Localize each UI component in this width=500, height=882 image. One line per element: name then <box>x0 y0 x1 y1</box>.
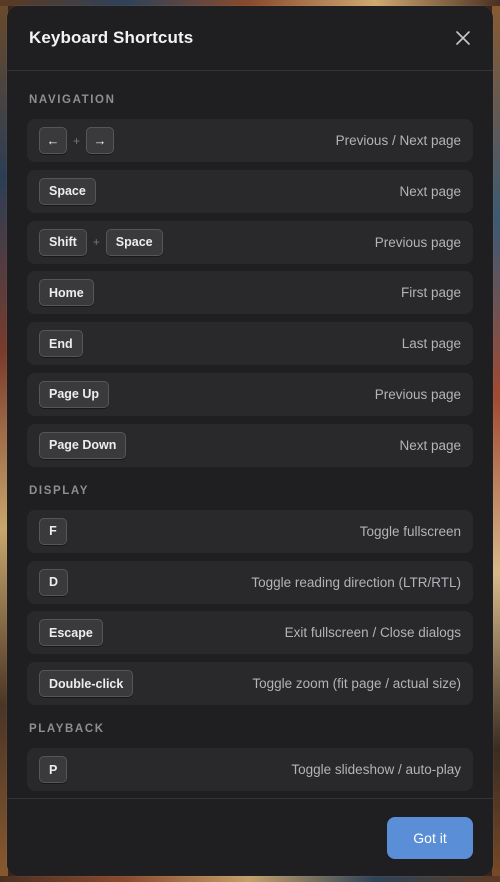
keycap: Space <box>105 228 163 256</box>
shortcut-row: ← + → Previous / Next page <box>27 119 473 162</box>
keycap: ← <box>39 127 67 154</box>
keycap: Escape <box>39 619 103 647</box>
close-button[interactable] <box>449 24 477 52</box>
section-title-playback: PLAYBACK <box>29 723 105 736</box>
key-combo: Shift + Space <box>39 228 163 256</box>
key-combo: D <box>39 568 69 596</box>
keycap: P <box>39 756 68 784</box>
key-combo: ← + → <box>39 127 115 154</box>
key-plus-separator: + <box>92 235 100 250</box>
shortcut-description: Toggle fullscreen <box>359 523 461 539</box>
shortcut-description: Previous page <box>374 386 461 402</box>
shortcut-description: Next page <box>399 183 461 199</box>
keycap: D <box>39 568 69 596</box>
shortcut-description: First page <box>400 285 461 301</box>
dialog-title: Keyboard Shortcuts <box>29 28 194 47</box>
shortcut-description: Next page <box>399 437 461 453</box>
section-title-navigation: NAVIGATION <box>29 94 116 106</box>
shortcut-row: Home First page <box>27 271 473 315</box>
shortcut-description: Exit fullscreen / Close dialogs <box>284 625 461 641</box>
key-plus-separator: + <box>73 133 81 148</box>
background-artwork-bottom <box>0 876 500 882</box>
keyboard-shortcuts-dialog: Keyboard Shortcuts NAVIGATION ← + → Previous… <box>7 6 493 876</box>
shortcut-row: P Toggle slideshow / auto-play <box>27 748 473 792</box>
shortcut-row: F Toggle fullscreen <box>27 509 473 553</box>
shortcut-row: Page Up Previous page <box>27 372 473 416</box>
shortcut-description: Last page <box>401 336 461 352</box>
key-combo: End <box>39 330 83 358</box>
keycap: F <box>39 517 67 545</box>
shortcut-row: Space Next page <box>27 169 473 213</box>
dialog-footer: Got it <box>7 798 493 876</box>
got-it-button[interactable]: Got it <box>387 816 473 859</box>
shortcut-row: Page Down Next page <box>27 423 473 467</box>
keycap: Double-click <box>39 670 134 698</box>
keycap: Page Up <box>39 380 110 408</box>
key-combo: Page Up <box>39 380 110 408</box>
keycap: → <box>86 127 115 154</box>
shortcut-row: D Toggle reading direction (LTR/RTL) <box>27 560 473 604</box>
key-combo: Page Down <box>39 431 127 459</box>
keycap: Shift <box>39 228 87 256</box>
keycap: End <box>39 330 83 358</box>
dialog-header: Keyboard Shortcuts <box>7 6 493 71</box>
shortcut-description: Toggle reading direction (LTR/RTL) <box>251 574 461 590</box>
shortcut-row: Shift + Space Previous page <box>27 220 473 264</box>
shortcut-row: Escape Exit fullscreen / Close dialogs <box>27 611 473 655</box>
close-icon <box>456 31 470 45</box>
shortcut-description: Toggle slideshow / auto-play <box>291 762 461 778</box>
key-combo: F <box>39 517 67 545</box>
shortcut-description: Previous / Next page <box>335 133 461 148</box>
keycap: Space <box>39 177 96 205</box>
key-combo: Home <box>39 279 94 307</box>
section-title-display: DISPLAY <box>29 484 89 497</box>
key-combo: P <box>39 756 68 784</box>
shortcut-row: Double-click Toggle zoom (fit page / actu… <box>27 662 473 706</box>
shortcut-row: End Last page <box>27 322 473 366</box>
key-combo: Escape <box>39 619 103 647</box>
keycap: Page Down <box>39 431 127 459</box>
shortcut-description: Toggle zoom (fit page / actual size) <box>252 676 461 692</box>
shortcut-description: Previous page <box>374 234 461 250</box>
background-artwork-right <box>492 0 500 882</box>
key-combo: Double-click <box>39 670 134 698</box>
keycap: Home <box>39 279 94 307</box>
key-combo: Space <box>39 177 96 205</box>
dialog-body[interactable]: NAVIGATION ← + → Previous / Next page Space Ne… <box>7 71 493 798</box>
